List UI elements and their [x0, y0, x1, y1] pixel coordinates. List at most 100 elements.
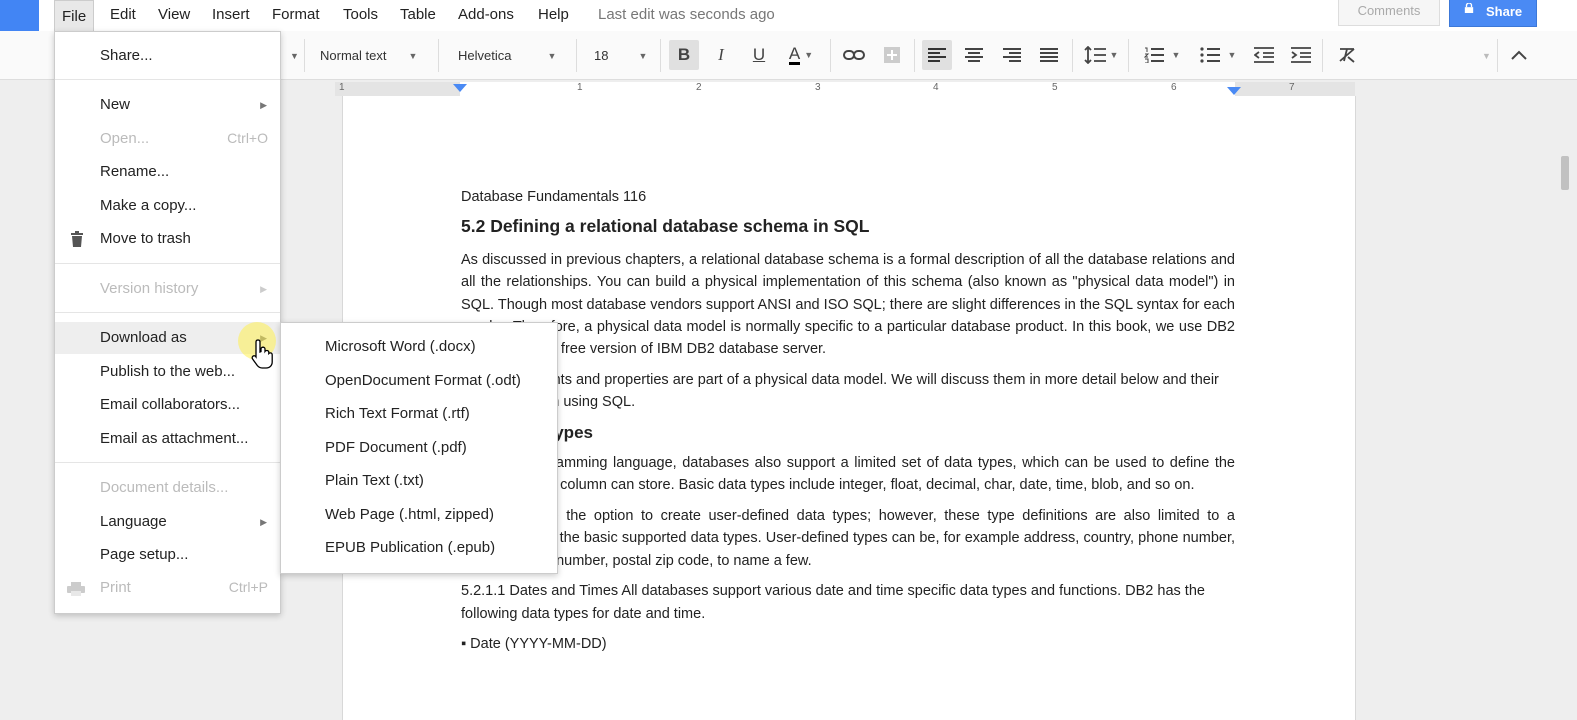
comments-button[interactable]: Comments — [1338, 0, 1440, 26]
docs-home-icon[interactable] — [0, 0, 39, 31]
ruler-number: 5 — [1052, 82, 1058, 93]
download-odt[interactable]: OpenDocument Format (.odt) — [281, 363, 557, 396]
submenu-item-label: Microsoft Word (.docx) — [325, 338, 476, 355]
numbered-list-icon[interactable]: ▼ — [1138, 40, 1186, 70]
paragraph: 5.2.1.1 Dates and Times All databases su… — [461, 583, 1205, 622]
download-pdf[interactable]: PDF Document (.pdf) — [281, 430, 557, 463]
italic-icon[interactable]: I — [706, 40, 736, 70]
last-edit-status[interactable]: Last edit was seconds ago — [598, 6, 775, 23]
menu-table[interactable]: Table — [400, 6, 436, 23]
bulleted-list-icon[interactable]: ▼ — [1194, 40, 1242, 70]
font-size-value: 18 — [594, 48, 609, 63]
clear-formatting-icon[interactable] — [1332, 40, 1362, 70]
share-button[interactable]: Share — [1449, 0, 1537, 27]
hand-cursor-icon — [251, 339, 273, 369]
font-size-select[interactable]: 18 ▼ — [594, 31, 647, 80]
trash-icon — [71, 231, 83, 247]
ruler-number: 4 — [933, 82, 939, 93]
menu-publish-to-web[interactable]: Publish to the web... — [55, 356, 280, 388]
subsection-heading: 5.2.1 Data Types — [461, 422, 593, 442]
menu-insert[interactable]: Insert — [212, 6, 250, 23]
paragraph-style-select[interactable]: Normal text ▼ — [320, 31, 417, 80]
menu-addons[interactable]: Add-ons — [458, 6, 514, 23]
print-icon — [67, 582, 85, 596]
ruler-number: 1 — [339, 82, 345, 93]
menu-item-label: Open... — [100, 130, 150, 147]
menu-item-label: Document details... — [100, 479, 229, 496]
menu-item-label: Move to trash — [100, 230, 191, 247]
underline-icon[interactable]: U — [744, 40, 774, 70]
download-rtf[interactable]: Rich Text Format (.rtf) — [281, 396, 557, 429]
menu-print: Print Ctrl+P — [55, 572, 280, 604]
menu-item-label: Download as — [100, 329, 187, 346]
ruler[interactable]: 1 1 2 3 4 5 6 7 — [335, 82, 1355, 96]
font-family-value: Helvetica — [458, 48, 512, 63]
menu-language[interactable]: Language ▶ — [55, 506, 280, 538]
menu-item-label: Print — [100, 579, 131, 596]
submenu-item-label: OpenDocument Format (.odt) — [325, 372, 521, 389]
submenu-item-label: Web Page (.html, zipped) — [325, 506, 494, 523]
align-left-icon[interactable] — [922, 40, 952, 70]
menu-version-history: Version history ▶ — [55, 273, 280, 305]
submenu-item-label: EPUB Publication (.epub) — [325, 539, 496, 556]
paragraph-style-value: Normal text — [320, 48, 387, 63]
menu-shortcut: Ctrl+P — [228, 579, 268, 595]
increase-indent-icon[interactable] — [1286, 40, 1316, 70]
ruler-number: 2 — [696, 82, 702, 93]
menu-page-setup[interactable]: Page setup... — [55, 539, 280, 571]
menu-tools[interactable]: Tools — [343, 6, 378, 23]
submenu-arrow-icon: ▶ — [260, 284, 267, 294]
submenu-item-label: PDF Document (.pdf) — [325, 439, 467, 456]
download-epub[interactable]: EPUB Publication (.epub) — [281, 530, 557, 563]
link-icon[interactable] — [839, 40, 869, 70]
menu-item-label: Version history — [100, 280, 199, 297]
justify-icon[interactable] — [1034, 40, 1064, 70]
section-heading: 5.2 Defining a relational database schem… — [461, 216, 870, 237]
submenu-arrow-icon: ▶ — [260, 517, 267, 527]
menu-new[interactable]: New ▶ — [55, 89, 280, 121]
paragraph: As discussed in previous chapters, a rel… — [461, 251, 1235, 358]
ruler-number: 6 — [1171, 82, 1177, 93]
menu-email-as-attachment[interactable]: Email as attachment... — [55, 423, 280, 455]
menu-edit[interactable]: Edit — [110, 6, 136, 23]
menu-email-collaborators[interactable]: Email collaborators... — [55, 389, 280, 421]
text-color-icon[interactable]: A ▼ — [781, 40, 821, 70]
line-spacing-icon[interactable]: ▼ — [1081, 40, 1121, 70]
lock-icon — [1464, 3, 1474, 13]
font-family-select[interactable]: Helvetica ▼ — [458, 31, 556, 80]
menu-item-label: Share... — [100, 47, 153, 64]
menu-help[interactable]: Help — [538, 6, 569, 23]
menu-item-label: Publish to the web... — [100, 363, 236, 380]
download-txt[interactable]: Plain Text (.txt) — [281, 463, 557, 496]
menu-item-label: Rename... — [100, 163, 170, 180]
ruler-number: 7 — [1289, 82, 1295, 93]
collapse-icon[interactable] — [1504, 40, 1534, 70]
share-label: Share — [1486, 4, 1523, 19]
ruler-number: 3 — [815, 82, 821, 93]
menu-move-to-trash[interactable]: Move to trash — [55, 223, 280, 255]
menu-view[interactable]: View — [158, 6, 190, 23]
zoom-dropdown-caret[interactable]: ▼ — [280, 31, 299, 80]
scrollbar-thumb[interactable] — [1561, 156, 1569, 190]
menu-format[interactable]: Format — [272, 6, 320, 23]
document-body[interactable]: Database Fundamentals 116 5.2 Defining a… — [461, 186, 1235, 663]
decrease-indent-icon[interactable] — [1249, 40, 1279, 70]
more-options-caret[interactable]: ▼ — [1472, 31, 1491, 80]
download-html[interactable]: Web Page (.html, zipped) — [281, 497, 557, 530]
align-right-icon[interactable] — [997, 40, 1027, 70]
right-indent-marker-icon[interactable] — [1227, 87, 1241, 96]
menu-item-label: Email as attachment... — [100, 430, 249, 447]
list-item: ▪ Date (YYYY-MM-DD) — [461, 635, 607, 652]
menu-file[interactable]: File — [54, 0, 95, 31]
menu-make-copy[interactable]: Make a copy... — [55, 190, 280, 222]
left-indent-marker-icon[interactable] — [453, 84, 467, 94]
comment-icon[interactable] — [877, 40, 907, 70]
menu-rename[interactable]: Rename... — [55, 156, 280, 188]
menu-share[interactable]: Share... — [55, 40, 280, 72]
menu-item-label: Page setup... — [100, 546, 189, 563]
file-menu-dropdown: Share... New ▶ Open... Ctrl+O Rename... Ma… — [54, 31, 281, 614]
align-center-icon[interactable] — [959, 40, 989, 70]
bold-icon[interactable]: B — [669, 40, 699, 70]
download-as-submenu: Microsoft Word (.docx) OpenDocument Form… — [280, 322, 558, 574]
download-docx[interactable]: Microsoft Word (.docx) — [281, 329, 557, 362]
